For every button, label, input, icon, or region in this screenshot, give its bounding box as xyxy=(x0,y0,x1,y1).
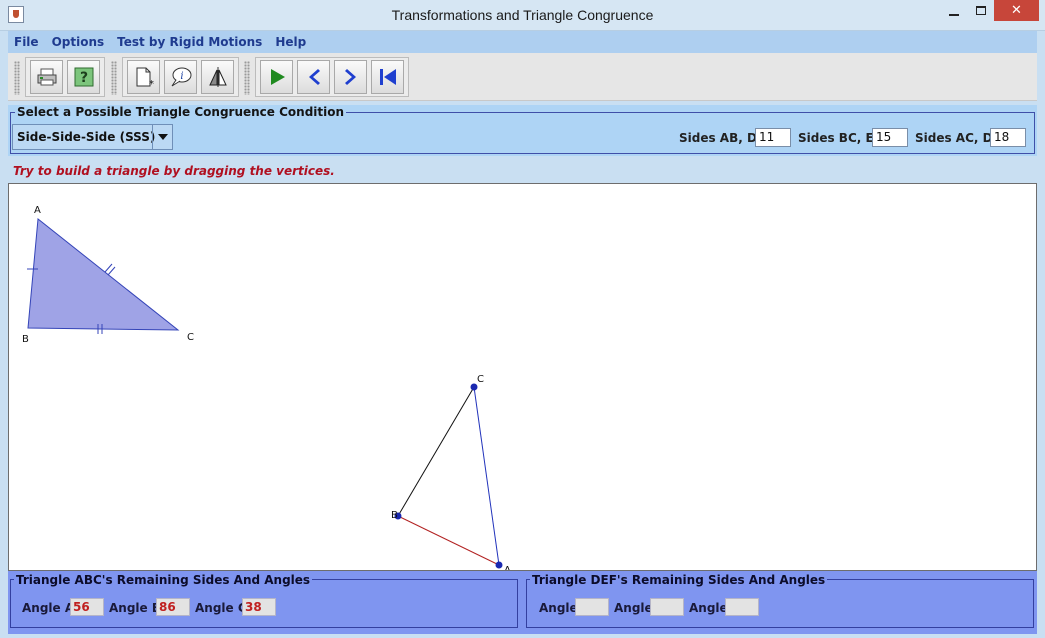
abc-angle-b-label: Angle B xyxy=(109,601,161,615)
help-icon: ? xyxy=(74,67,93,87)
svg-text:*: * xyxy=(149,79,154,88)
toolbar-grip[interactable] xyxy=(14,61,20,95)
tick-mark-ac-1 xyxy=(104,263,113,273)
minimize-icon xyxy=(949,13,959,16)
sides-ab-de-label: Sides AB, DE xyxy=(679,131,766,145)
title-bar: Transformations and Triangle Congruence … xyxy=(0,0,1045,31)
abc-angle-c-field: 38 xyxy=(242,598,276,616)
previous-button[interactable] xyxy=(297,60,330,94)
triangle-abc xyxy=(27,218,180,331)
new-page-button[interactable]: * xyxy=(127,60,160,94)
condition-legend: Select a Possible Triangle Congruence Co… xyxy=(15,105,347,119)
def-remaining-legend: Triangle DEF's Remaining Sides And Angle… xyxy=(530,573,828,587)
vertex-label-abc-c: C xyxy=(187,332,194,343)
menu-test-by-rigid-motions[interactable]: Test by Rigid Motions xyxy=(117,35,262,49)
reflect-icon xyxy=(208,67,227,87)
toolbar-grip[interactable] xyxy=(244,61,250,95)
drawing-canvas[interactable]: A B C C B A xyxy=(8,183,1037,571)
vertex-label-def-c: C xyxy=(477,374,484,385)
menu-file[interactable]: File xyxy=(14,35,39,49)
sides-ab-de-field[interactable]: 11 xyxy=(755,128,791,147)
triangle-drawing: A B C C B A xyxy=(22,205,511,570)
close-icon: ✕ xyxy=(1011,3,1022,18)
svg-text:i: i xyxy=(180,71,183,82)
vertex-label-def-a: A xyxy=(504,565,511,570)
print-icon xyxy=(37,68,56,86)
congruence-condition-value: Side-Side-Side (SSS) xyxy=(17,130,156,144)
abc-angle-c-label: Angle C xyxy=(195,601,247,615)
first-button[interactable] xyxy=(371,60,404,94)
previous-icon xyxy=(308,69,320,85)
minimize-button[interactable] xyxy=(940,0,968,21)
toolbar-group-file: ? xyxy=(25,57,105,97)
chevron-down-icon[interactable] xyxy=(152,125,172,149)
def-angle-3-field xyxy=(725,598,759,616)
vertex-label-abc-a: A xyxy=(34,205,41,216)
abc-remaining-legend: Triangle ABC's Remaining Sides And Angle… xyxy=(14,573,313,587)
sides-bc-ef-label: Sides BC, EF xyxy=(798,131,882,145)
maximize-button[interactable] xyxy=(968,0,994,21)
reflect-button[interactable] xyxy=(201,60,234,94)
def-angle-1-label: Angle xyxy=(539,601,578,615)
instruction-message: Try to build a triangle by dragging the … xyxy=(13,164,335,178)
menu-help[interactable]: Help xyxy=(275,35,306,49)
draggable-vertex-a[interactable] xyxy=(495,561,503,569)
vertex-label-def-b: B xyxy=(391,510,398,521)
next-icon xyxy=(344,69,356,85)
toolbar-group-tools: * i xyxy=(122,57,239,97)
play-icon xyxy=(270,69,285,85)
toolbar-group-navigation xyxy=(255,57,409,97)
sides-ac-df-field[interactable]: 18 xyxy=(990,128,1026,147)
def-angle-2-label: Angle xyxy=(614,601,653,615)
svg-text:?: ? xyxy=(79,70,87,86)
help-button[interactable]: ? xyxy=(67,60,100,94)
play-button[interactable] xyxy=(260,60,293,94)
info-button[interactable]: i xyxy=(164,60,197,94)
maximize-icon xyxy=(976,6,986,15)
sides-bc-ef-field[interactable]: 15 xyxy=(872,128,908,147)
abc-angle-a-label: Angle A xyxy=(22,601,75,615)
menu-bar: File Options Test by Rigid Motions Help xyxy=(8,31,1037,53)
next-button[interactable] xyxy=(334,60,367,94)
toolbar: ? * i xyxy=(8,53,1037,101)
print-button[interactable] xyxy=(30,60,63,94)
toolbar-grip[interactable] xyxy=(111,61,117,95)
info-speech-icon: i xyxy=(171,67,191,87)
close-button[interactable]: ✕ xyxy=(994,0,1039,21)
segment-bc[interactable] xyxy=(397,386,475,517)
def-angle-3-label: Angle xyxy=(689,601,728,615)
congruence-condition-select[interactable]: Side-Side-Side (SSS) xyxy=(12,124,173,150)
window-title: Transformations and Triangle Congruence xyxy=(391,7,654,23)
segment-ab[interactable] xyxy=(397,515,500,566)
tick-mark-ac-2 xyxy=(107,266,116,276)
menu-options[interactable]: Options xyxy=(52,35,105,49)
def-angle-1-field xyxy=(575,598,609,616)
abc-angle-a-field: 56 xyxy=(70,598,104,616)
segment-ca[interactable] xyxy=(473,386,500,566)
def-angle-2-field xyxy=(650,598,684,616)
abc-angle-b-field: 86 xyxy=(156,598,190,616)
new-page-icon: * xyxy=(136,67,154,88)
vertex-label-abc-b: B xyxy=(22,334,29,345)
first-icon xyxy=(379,69,396,85)
sides-ac-df-label: Sides AC, DF xyxy=(915,131,1001,145)
